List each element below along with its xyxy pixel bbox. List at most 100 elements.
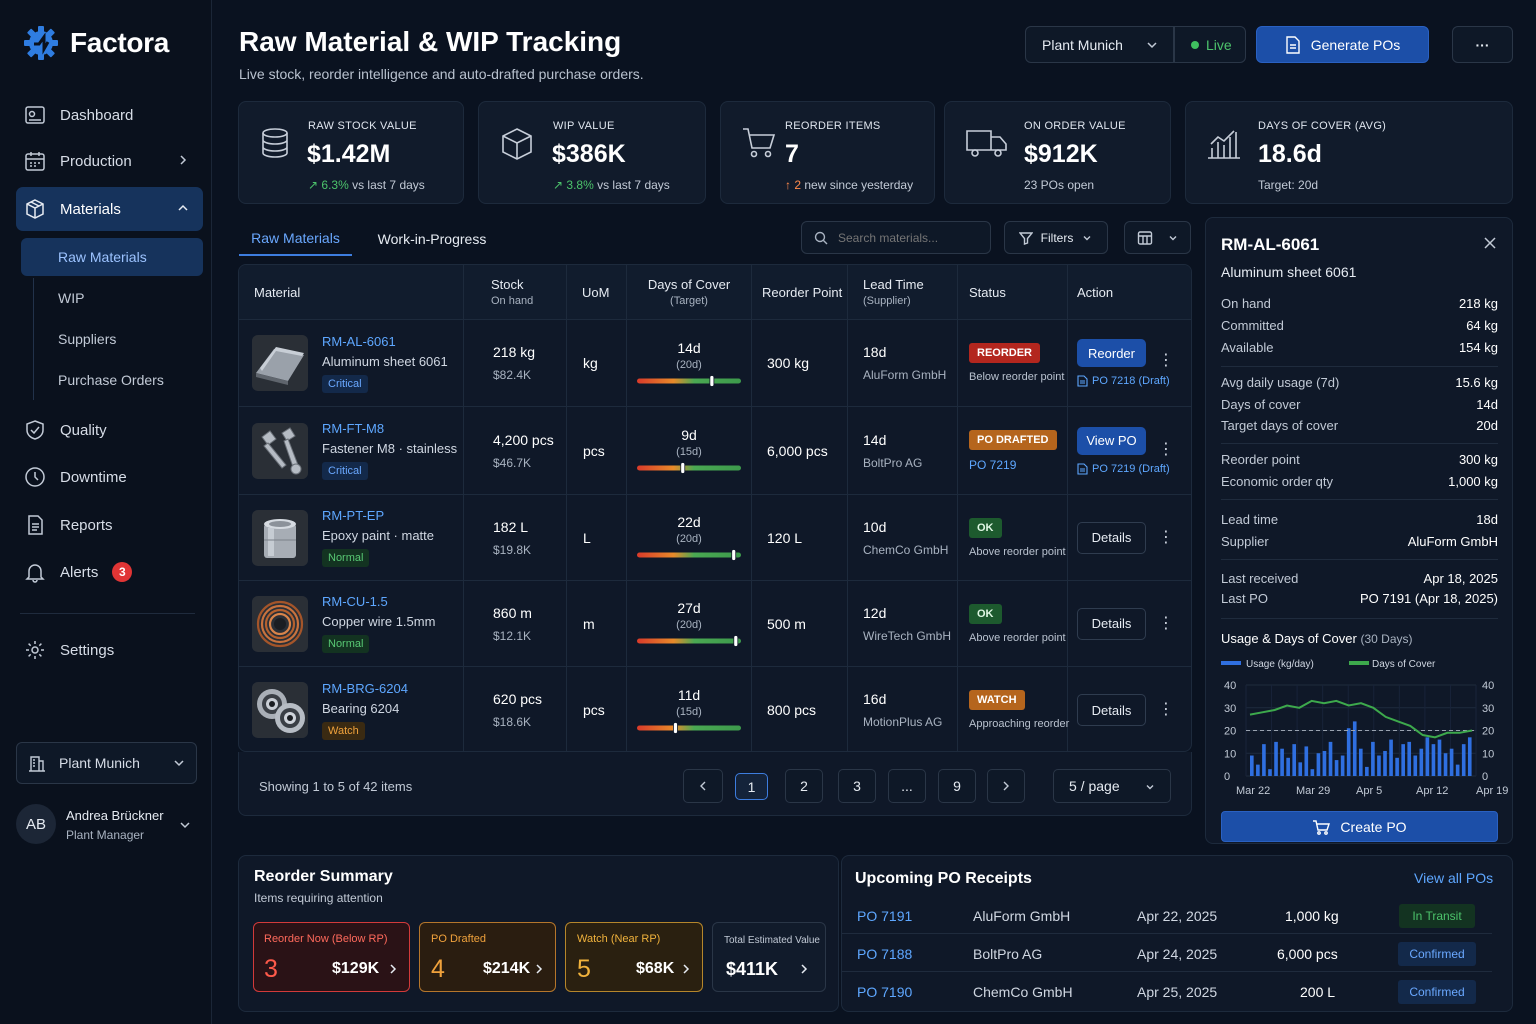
po-drafted-card[interactable]: PO Drafted 4 $214K (419, 922, 556, 992)
live-label: Live (1206, 36, 1232, 53)
per-page-select[interactable]: 5 / page (1053, 769, 1171, 803)
watch-card[interactable]: Watch (Near RP) 5 $68K (565, 922, 703, 992)
row-menu-icon[interactable]: ⋮ (1158, 350, 1174, 370)
nav-quality[interactable]: Quality (16, 408, 203, 452)
col-lead-time[interactable]: Lead Time (863, 277, 924, 292)
page-9-button[interactable]: 9 (938, 769, 976, 803)
prev-page-button[interactable] (683, 769, 723, 803)
row-menu-icon[interactable]: ⋮ (1158, 699, 1174, 719)
lead-time: 18d (863, 344, 887, 360)
column-settings-button[interactable] (1124, 221, 1191, 254)
material-code-link[interactable]: RM-BRG-6204 (322, 681, 408, 696)
nav-raw-materials[interactable]: Raw Materials (21, 238, 203, 276)
row-menu-icon[interactable]: ⋮ (1158, 613, 1174, 633)
table-row[interactable]: RM-FT-M8 Fastener M8 · stainless Critica… (239, 406, 1191, 494)
more-options-button[interactable]: ··· (1452, 26, 1513, 63)
table-row[interactable]: RM-BRG-6204 Bearing 6204 Watch 620 pcs $1… (239, 666, 1191, 751)
nav-production[interactable]: Production (16, 139, 203, 183)
kpi-value: $386K (552, 140, 626, 168)
filters-button[interactable]: Filters (1004, 221, 1108, 254)
nav-settings[interactable]: Settings (16, 628, 203, 672)
row-menu-icon[interactable]: ⋮ (1158, 439, 1174, 459)
details-button[interactable]: Details (1077, 694, 1146, 726)
po-number-link[interactable]: PO 7188 (857, 946, 912, 962)
nav-production-label: Production (60, 152, 132, 170)
material-code-link[interactable]: RM-AL-6061 (322, 334, 448, 349)
nav-purchase-orders[interactable]: Purchase Orders (21, 361, 203, 399)
app-logo[interactable]: Factora (22, 24, 169, 62)
total-value-card[interactable]: Total Estimated Value $411K (712, 922, 826, 992)
nav-downtime[interactable]: Downtime (16, 455, 203, 499)
row-menu-icon[interactable]: ⋮ (1158, 527, 1174, 547)
status-po-link[interactable]: PO 7219 (969, 458, 1057, 472)
tab-work-in-progress[interactable]: Work-in-Progress (364, 222, 500, 256)
reorder-button[interactable]: Reorder (1077, 339, 1146, 367)
tab-raw-materials[interactable]: Raw Materials (239, 222, 352, 256)
next-page-button[interactable] (987, 769, 1025, 803)
page-2-button[interactable]: 2 (785, 769, 823, 803)
generate-pos-button[interactable]: Generate POs (1256, 26, 1429, 63)
nav-dashboard[interactable]: Dashboard (16, 93, 203, 137)
days-of-cover: 11d (677, 686, 701, 703)
material-code-link[interactable]: RM-CU-1.5 (322, 594, 435, 609)
usage-bar (1262, 744, 1266, 776)
col-reorder-point[interactable]: Reorder Point (762, 265, 842, 319)
shield-check-icon (24, 419, 46, 441)
page-1-button[interactable]: 1 (735, 773, 768, 800)
col-material[interactable]: Material (254, 265, 300, 319)
material-code-link[interactable]: RM-FT-M8 (322, 421, 457, 436)
kpi-po-link[interactable]: 23 POs open (1024, 178, 1094, 192)
table-row[interactable]: RM-CU-1.5 Copper wire 1.5mm Normal 860 m… (239, 580, 1191, 666)
col-status[interactable]: Status (969, 265, 1006, 319)
usage-bar (1274, 741, 1278, 776)
table-row[interactable]: RM-AL-6061 Aluminum sheet 6061 Critical … (239, 319, 1191, 406)
col-days-of-cover[interactable]: Days of Cover (648, 277, 730, 292)
search-materials[interactable] (801, 221, 991, 254)
close-icon[interactable] (1483, 236, 1497, 250)
kpi-value: $912K (1024, 140, 1098, 168)
col-action[interactable]: Action (1077, 265, 1113, 319)
nav-suppliers[interactable]: Suppliers (21, 320, 203, 358)
stock-on-hand: 218 kg (493, 344, 536, 360)
create-po-button[interactable]: Create PO (1221, 811, 1498, 842)
days-of-cover: 14d (677, 339, 701, 356)
alerts-count-badge: 3 (112, 562, 133, 582)
status-note: Above reorder point (969, 631, 1066, 644)
view-all-pos-link[interactable]: View all POs (1414, 870, 1493, 886)
material-code-link[interactable]: RM-PT-EP (322, 508, 434, 523)
cover-bar-track (637, 725, 741, 730)
po-receipt-row[interactable]: PO 7190 ChemCo GmbH Apr 25, 2025 200 L C… (842, 972, 1492, 1010)
header-plant-select[interactable]: Plant Munich (1025, 26, 1174, 63)
status-note: Below reorder point (969, 371, 1065, 383)
details-button[interactable]: Details (1077, 607, 1146, 640)
search-input[interactable] (838, 230, 988, 245)
stock-on-hand: 4,200 pcs (493, 431, 554, 448)
po-receipts-panel: Upcoming PO Receipts View all POs PO 719… (841, 855, 1513, 1012)
bar-chart-icon (1206, 126, 1242, 160)
view-po-button[interactable]: View PO (1077, 426, 1146, 455)
po-receipt-row[interactable]: PO 7191 AluForm GmbH Apr 22, 2025 1,000 … (842, 896, 1492, 934)
usage-bar (1461, 744, 1466, 776)
nav-materials[interactable]: Materials (16, 187, 203, 231)
plant-selector[interactable]: Plant Munich (16, 742, 197, 784)
po-draft-link[interactable]: PO 7218 (Draft) (1077, 375, 1170, 387)
po-draft-link[interactable]: PO 7219 (Draft) (1077, 463, 1170, 475)
table-row[interactable]: RM-PT-EP Epoxy paint · matte Normal 182 … (239, 494, 1191, 580)
nav-wip[interactable]: WIP (21, 279, 203, 317)
details-button[interactable]: Details (1077, 521, 1146, 554)
po-number-link[interactable]: PO 7191 (857, 908, 912, 924)
reorder-now-card[interactable]: Reorder Now (Below RP) 3 $129K (253, 922, 410, 992)
po-receipt-row[interactable]: PO 7188 BoltPro AG Apr 24, 2025 6,000 pc… (842, 934, 1492, 972)
po-number-link[interactable]: PO 7190 (857, 984, 912, 1000)
status-badge: OK (969, 603, 1002, 624)
chevron-down-icon (1081, 232, 1093, 244)
nav-reports[interactable]: Reports (16, 503, 203, 547)
user-profile[interactable]: AB Andrea Brückner Plant Manager (16, 804, 206, 846)
kpi-days-of-cover: DAYS OF COVER (AVG) 18.6d Target: 20d (1185, 101, 1513, 204)
nav-alerts[interactable]: Alerts 3 (16, 550, 203, 594)
col-stock[interactable]: Stock (491, 277, 533, 292)
col-uom[interactable]: UoM (582, 265, 609, 319)
material-description: Epoxy paint · matte (322, 528, 434, 543)
supplier-name: WireTech GmbH (863, 628, 952, 643)
page-3-button[interactable]: 3 (838, 769, 876, 803)
